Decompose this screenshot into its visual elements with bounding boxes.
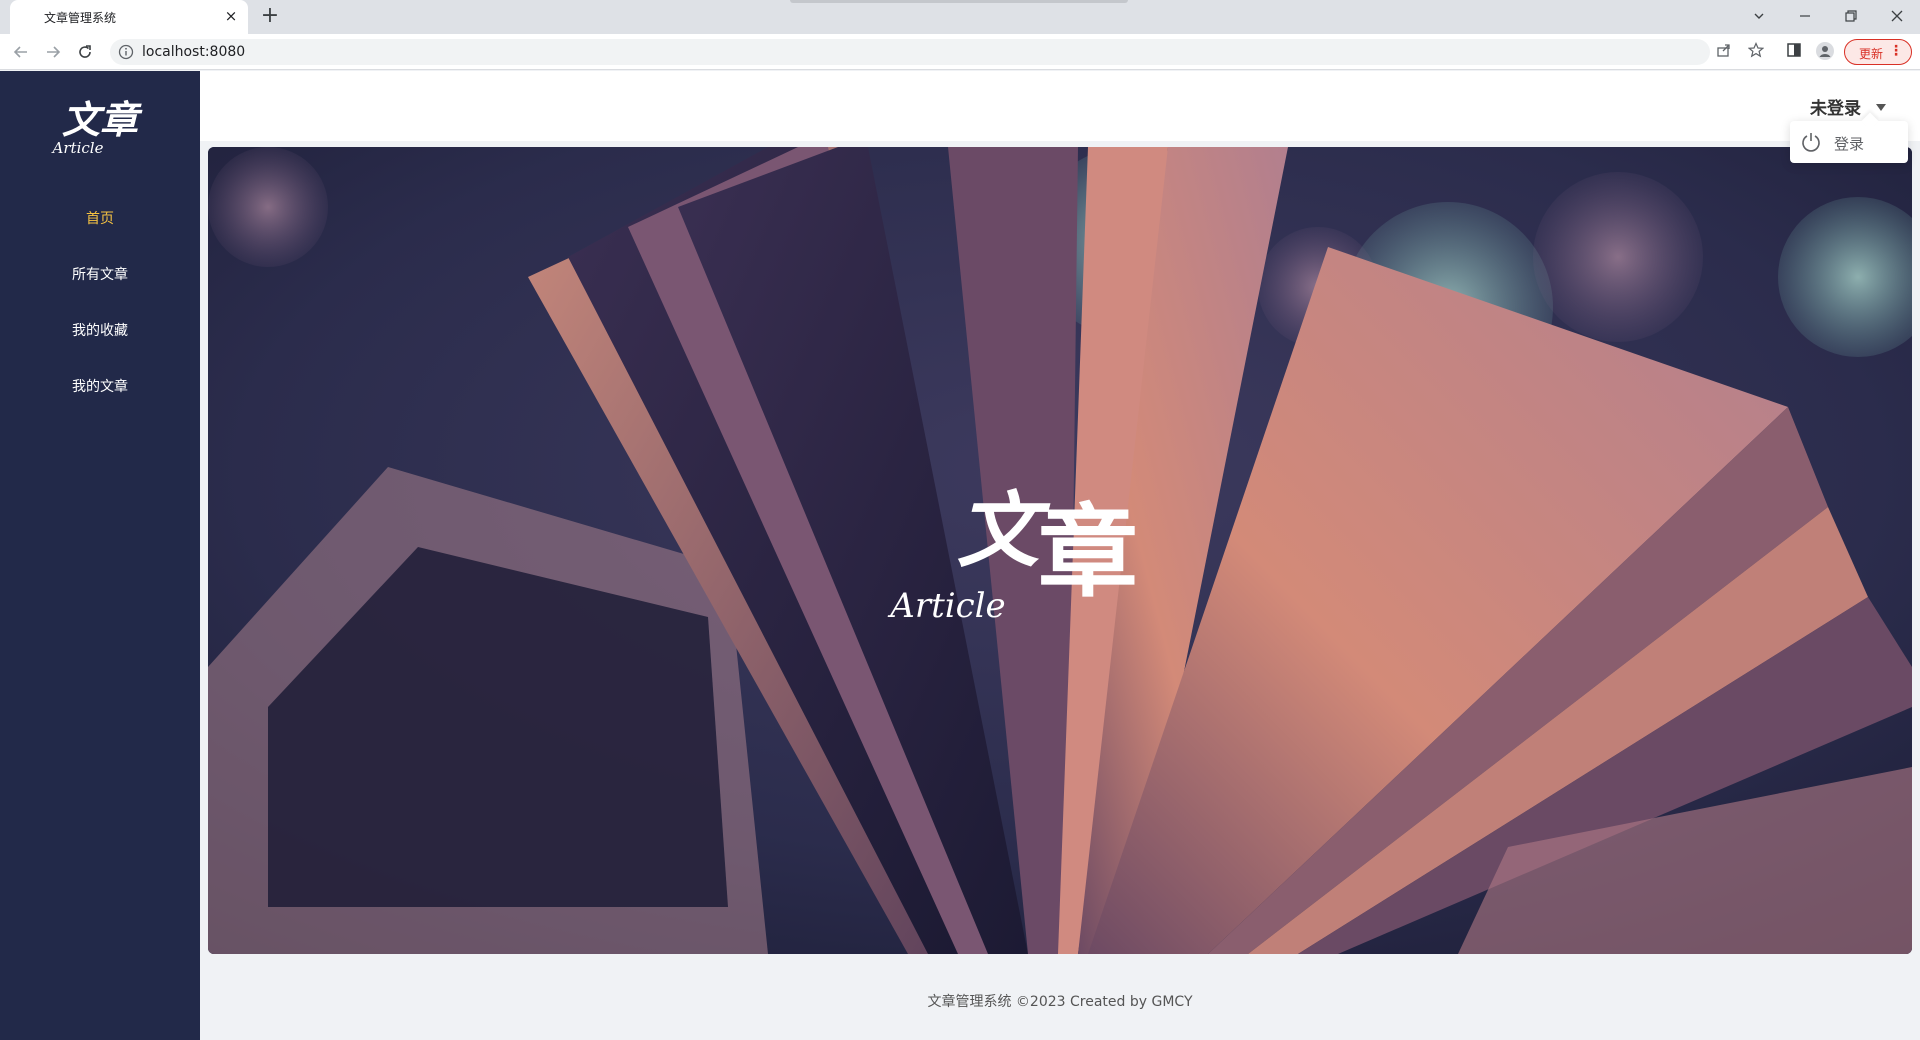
tab-title: 文章管理系统 (44, 11, 117, 25)
sidebar: 文章 Article 首页 所有文章 我的收藏 我的文章 (0, 71, 200, 1040)
site-info-icon[interactable] (118, 44, 134, 64)
forward-icon[interactable] (40, 40, 66, 64)
user-dropdown-menu: 登录 (1790, 112, 1908, 163)
browser-tab-bar: 文章管理系统 × + (0, 0, 1920, 34)
sidebar-item-home[interactable]: 首页 (0, 199, 200, 239)
minimize-icon[interactable] (1790, 2, 1820, 30)
banner-logo-char-1: 文 (957, 483, 1051, 579)
sidebar-item-my-favorites[interactable]: 我的收藏 (0, 311, 200, 351)
power-icon (1800, 131, 1822, 157)
sidebar-item-my-articles[interactable]: 我的文章 (0, 367, 200, 407)
hero-banner: 文 章 Article (208, 147, 1912, 954)
side-panel-icon[interactable] (1784, 42, 1804, 62)
restore-icon[interactable] (1836, 2, 1866, 30)
more-menu-icon[interactable]: ⋮ (1889, 43, 1903, 59)
caret-down-icon[interactable] (1875, 98, 1887, 117)
profile-avatar-icon[interactable] (1815, 42, 1835, 62)
banner-logo-char-2: 章 (1038, 493, 1138, 611)
tab-search-icon[interactable] (1744, 2, 1774, 30)
login-menu-item[interactable]: 登录 (1834, 133, 1864, 154)
sidebar-logo-main: 文章 (62, 99, 143, 142)
banner-image: 文 章 Article (208, 147, 1912, 954)
url-text[interactable]: localhost:8080 (142, 44, 245, 60)
browser-tab[interactable]: 文章管理系统 × (10, 0, 248, 34)
sidebar-item-all-articles[interactable]: 所有文章 (0, 255, 200, 295)
address-bar[interactable]: localhost:8080 (110, 39, 1710, 65)
sidebar-logo-sub: Article (51, 139, 104, 157)
banner-logo-sub: Article (887, 586, 1005, 626)
back-icon[interactable] (8, 40, 34, 64)
app-root: 文章 Article 首页 所有文章 我的收藏 我的文章 未登录 登录 文 章 … (0, 71, 1920, 1040)
bookmark-star-icon[interactable] (1746, 42, 1766, 62)
browser-toolbar: localhost:8080 更新 ⋮ (0, 34, 1920, 70)
share-icon[interactable] (1714, 42, 1734, 62)
tab-close-icon[interactable]: × (222, 7, 240, 25)
tab-strip-indicator (790, 0, 1128, 3)
sidebar-logo[interactable]: 文章 Article (50, 97, 150, 163)
new-tab-button[interactable]: + (258, 5, 282, 29)
top-header: 未登录 (200, 71, 1920, 141)
update-label: 更新 (1859, 47, 1884, 61)
user-status-dropdown[interactable]: 未登录 (1810, 94, 1861, 119)
close-window-icon[interactable] (1882, 2, 1912, 30)
reload-icon[interactable] (72, 40, 98, 64)
footer-copyright: 文章管理系统 ©2023 Created by GMCY (927, 994, 1193, 1010)
update-button[interactable]: 更新 ⋮ (1844, 39, 1912, 65)
